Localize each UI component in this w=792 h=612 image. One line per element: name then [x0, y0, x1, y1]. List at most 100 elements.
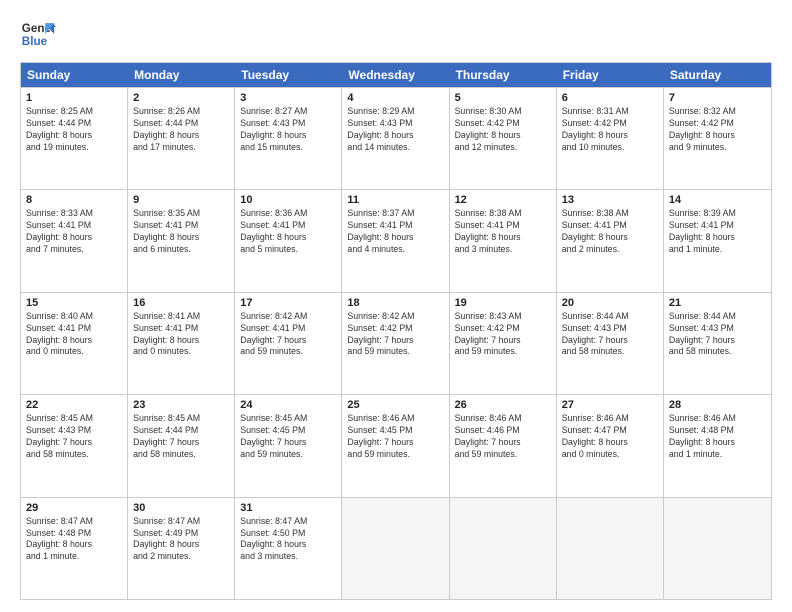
day-info: Sunrise: 8:32 AMSunset: 4:42 PMDaylight:…: [669, 106, 766, 154]
day-cell-23: 23Sunrise: 8:45 AMSunset: 4:44 PMDayligh…: [128, 395, 235, 496]
day-info: Sunrise: 8:43 AMSunset: 4:42 PMDaylight:…: [455, 311, 551, 359]
day-number: 2: [133, 92, 229, 104]
week-row-1: 1Sunrise: 8:25 AMSunset: 4:44 PMDaylight…: [21, 87, 771, 189]
day-cell-8: 8 Sunrise: 8:33 AMSunset: 4:41 PMDaylight…: [21, 190, 128, 291]
day-cell-27: 27Sunrise: 8:46 AMSunset: 4:47 PMDayligh…: [557, 395, 664, 496]
day-cell-31: 31 Sunrise: 8:47 AMSunset: 4:50 PMDayligh…: [235, 498, 342, 599]
day-number: 28: [669, 399, 766, 411]
day-cell-14: 14 Sunrise: 8:39 AMSunset: 4:41 PMDayligh…: [664, 190, 771, 291]
day-header-saturday: Saturday: [664, 63, 771, 87]
day-number: 19: [455, 297, 551, 309]
day-number: 17: [240, 297, 336, 309]
day-number: 1: [26, 92, 122, 104]
day-info: Sunrise: 8:33 AMSunset: 4:41 PMDaylight:…: [26, 208, 122, 256]
day-cell-6: 6 Sunrise: 8:31 AMSunset: 4:42 PMDaylight…: [557, 88, 664, 189]
day-number: 8: [26, 194, 122, 206]
day-cell-12: 12 Sunrise: 8:38 AMSunset: 4:41 PMDayligh…: [450, 190, 557, 291]
day-cell-10: 10 Sunrise: 8:36 AMSunset: 4:41 PMDayligh…: [235, 190, 342, 291]
page: General Blue SundayMondayTuesdayWednesda…: [0, 0, 792, 612]
day-header-friday: Friday: [557, 63, 664, 87]
day-cell-9: 9Sunrise: 8:35 AMSunset: 4:41 PMDaylight…: [128, 190, 235, 291]
day-info: Sunrise: 8:38 AMSunset: 4:41 PMDaylight:…: [455, 208, 551, 256]
day-cell-22: 22 Sunrise: 8:45 AMSunset: 4:43 PMDayligh…: [21, 395, 128, 496]
day-info: Sunrise: 8:47 AMSunset: 4:50 PMDaylight:…: [240, 516, 336, 564]
empty-cell: [342, 498, 449, 599]
day-header-wednesday: Wednesday: [342, 63, 449, 87]
day-info: Sunrise: 8:47 AMSunset: 4:48 PMDaylight:…: [26, 516, 122, 564]
day-cell-16: 16 Sunrise: 8:41 AMSunset: 4:41 PMDayligh…: [128, 293, 235, 394]
day-number: 16: [133, 297, 229, 309]
week-row-3: 15 Sunrise: 8:40 AMSunset: 4:41 PMDayligh…: [21, 292, 771, 394]
day-info: Sunrise: 8:30 AMSunset: 4:42 PMDaylight:…: [455, 106, 551, 154]
day-cell-30: 30 Sunrise: 8:47 AMSunset: 4:49 PMDayligh…: [128, 498, 235, 599]
day-number: 5: [455, 92, 551, 104]
day-number: 25: [347, 399, 443, 411]
day-cell-5: 5 Sunrise: 8:30 AMSunset: 4:42 PMDaylight…: [450, 88, 557, 189]
day-header-monday: Monday: [128, 63, 235, 87]
day-info: Sunrise: 8:26 AMSunset: 4:44 PMDaylight:…: [133, 106, 229, 154]
day-number: 13: [562, 194, 658, 206]
week-row-2: 8 Sunrise: 8:33 AMSunset: 4:41 PMDaylight…: [21, 189, 771, 291]
day-number: 22: [26, 399, 122, 411]
day-cell-2: 2 Sunrise: 8:26 AMSunset: 4:44 PMDaylight…: [128, 88, 235, 189]
day-info: Sunrise: 8:45 AMSunset: 4:45 PMDaylight:…: [240, 413, 336, 461]
day-number: 6: [562, 92, 658, 104]
week-row-5: 29 Sunrise: 8:47 AMSunset: 4:48 PMDayligh…: [21, 497, 771, 599]
day-number: 29: [26, 502, 122, 514]
day-info: Sunrise: 8:42 AMSunset: 4:42 PMDaylight:…: [347, 311, 443, 359]
day-info: Sunrise: 8:27 AMSunset: 4:43 PMDaylight:…: [240, 106, 336, 154]
day-number: 10: [240, 194, 336, 206]
day-number: 20: [562, 297, 658, 309]
day-cell-26: 26Sunrise: 8:46 AMSunset: 4:46 PMDayligh…: [450, 395, 557, 496]
day-info: Sunrise: 8:31 AMSunset: 4:42 PMDaylight:…: [562, 106, 658, 154]
day-info: Sunrise: 8:45 AMSunset: 4:43 PMDaylight:…: [26, 413, 122, 461]
empty-cell: [664, 498, 771, 599]
day-info: Sunrise: 8:35 AMSunset: 4:41 PMDaylight:…: [133, 208, 229, 256]
day-info: Sunrise: 8:29 AMSunset: 4:43 PMDaylight:…: [347, 106, 443, 154]
day-info: Sunrise: 8:44 AMSunset: 4:43 PMDaylight:…: [669, 311, 766, 359]
day-number: 3: [240, 92, 336, 104]
day-number: 26: [455, 399, 551, 411]
week-row-4: 22 Sunrise: 8:45 AMSunset: 4:43 PMDayligh…: [21, 394, 771, 496]
day-cell-3: 3 Sunrise: 8:27 AMSunset: 4:43 PMDaylight…: [235, 88, 342, 189]
day-info: Sunrise: 8:41 AMSunset: 4:41 PMDaylight:…: [133, 311, 229, 359]
day-number: 11: [347, 194, 443, 206]
day-number: 31: [240, 502, 336, 514]
day-info: Sunrise: 8:38 AMSunset: 4:41 PMDaylight:…: [562, 208, 658, 256]
day-header-thursday: Thursday: [450, 63, 557, 87]
day-cell-4: 4Sunrise: 8:29 AMSunset: 4:43 PMDaylight…: [342, 88, 449, 189]
day-number: 30: [133, 502, 229, 514]
svg-text:Blue: Blue: [22, 35, 48, 48]
day-number: 21: [669, 297, 766, 309]
day-header-tuesday: Tuesday: [235, 63, 342, 87]
day-number: 15: [26, 297, 122, 309]
calendar-body: 1Sunrise: 8:25 AMSunset: 4:44 PMDaylight…: [21, 87, 771, 599]
day-info: Sunrise: 8:47 AMSunset: 4:49 PMDaylight:…: [133, 516, 229, 564]
day-info: Sunrise: 8:39 AMSunset: 4:41 PMDaylight:…: [669, 208, 766, 256]
day-cell-11: 11 Sunrise: 8:37 AMSunset: 4:41 PMDayligh…: [342, 190, 449, 291]
day-cell-21: 21 Sunrise: 8:44 AMSunset: 4:43 PMDayligh…: [664, 293, 771, 394]
calendar-header: SundayMondayTuesdayWednesdayThursdayFrid…: [21, 63, 771, 87]
day-cell-25: 25Sunrise: 8:46 AMSunset: 4:45 PMDayligh…: [342, 395, 449, 496]
day-info: Sunrise: 8:42 AMSunset: 4:41 PMDaylight:…: [240, 311, 336, 359]
day-cell-13: 13 Sunrise: 8:38 AMSunset: 4:41 PMDayligh…: [557, 190, 664, 291]
day-cell-7: 7Sunrise: 8:32 AMSunset: 4:42 PMDaylight…: [664, 88, 771, 189]
logo: General Blue: [20, 16, 56, 52]
day-info: Sunrise: 8:37 AMSunset: 4:41 PMDaylight:…: [347, 208, 443, 256]
day-number: 14: [669, 194, 766, 206]
day-cell-15: 15 Sunrise: 8:40 AMSunset: 4:41 PMDayligh…: [21, 293, 128, 394]
day-number: 27: [562, 399, 658, 411]
day-number: 12: [455, 194, 551, 206]
calendar: SundayMondayTuesdayWednesdayThursdayFrid…: [20, 62, 772, 600]
day-number: 24: [240, 399, 336, 411]
day-number: 18: [347, 297, 443, 309]
logo-icon: General Blue: [20, 16, 56, 52]
day-cell-20: 20Sunrise: 8:44 AMSunset: 4:43 PMDayligh…: [557, 293, 664, 394]
empty-cell: [557, 498, 664, 599]
day-info: Sunrise: 8:40 AMSunset: 4:41 PMDaylight:…: [26, 311, 122, 359]
day-cell-1: 1Sunrise: 8:25 AMSunset: 4:44 PMDaylight…: [21, 88, 128, 189]
day-info: Sunrise: 8:46 AMSunset: 4:48 PMDaylight:…: [669, 413, 766, 461]
day-info: Sunrise: 8:36 AMSunset: 4:41 PMDaylight:…: [240, 208, 336, 256]
day-cell-18: 18 Sunrise: 8:42 AMSunset: 4:42 PMDayligh…: [342, 293, 449, 394]
day-number: 23: [133, 399, 229, 411]
